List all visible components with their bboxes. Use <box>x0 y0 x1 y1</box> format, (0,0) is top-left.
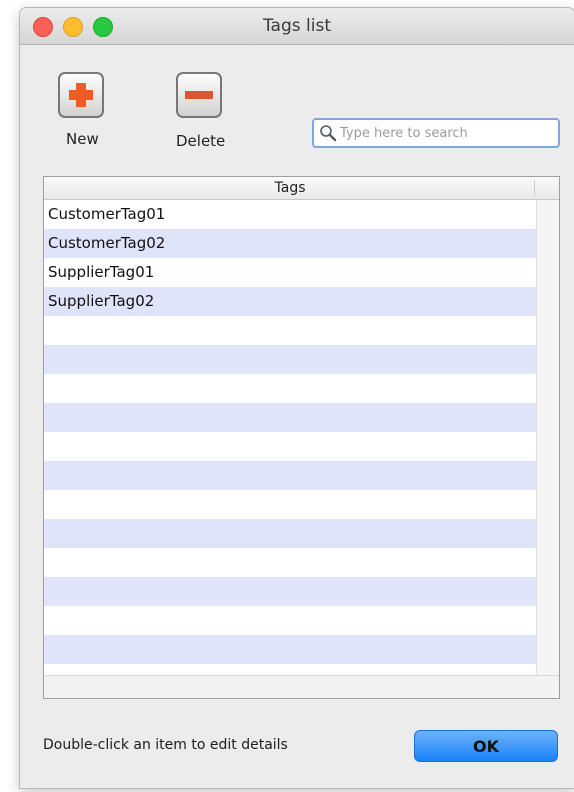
table-row[interactable] <box>44 490 536 519</box>
tags-list-window: Tags list New Delete Tags CustomerTag01C… <box>20 8 574 788</box>
table-row[interactable]: SupplierTag01 <box>44 258 536 287</box>
table-row[interactable] <box>44 548 536 577</box>
magnifier-icon <box>320 125 337 142</box>
table-row[interactable] <box>44 316 536 345</box>
table-row[interactable] <box>44 374 536 403</box>
table-row[interactable] <box>44 432 536 461</box>
tags-column-header-label: Tags <box>274 180 306 196</box>
table-row[interactable] <box>44 606 536 635</box>
window-title: Tags list <box>262 16 331 36</box>
ok-button[interactable]: OK <box>414 730 558 762</box>
table-row[interactable]: CustomerTag02 <box>44 229 536 258</box>
table-row[interactable] <box>44 345 536 374</box>
search-input[interactable] <box>340 122 550 144</box>
tags-table: Tags CustomerTag01 CustomerTag02 SupplierT… <box>43 176 560 699</box>
delete-button-label: Delete <box>176 132 226 150</box>
table-row[interactable]: CustomerTag01 <box>44 200 536 229</box>
edit-hint-text: Double-click an item to edit details <box>43 737 288 753</box>
horizontal-scrollbar[interactable] <box>44 675 559 698</box>
table-row[interactable] <box>44 461 536 490</box>
delete-tag-button[interactable] <box>176 72 222 118</box>
tags-column-header[interactable]: Tags <box>44 177 559 200</box>
table-row[interactable]: SupplierTag02 <box>44 287 536 316</box>
table-row[interactable] <box>44 577 536 606</box>
vertical-scrollbar[interactable] <box>536 200 559 675</box>
new-tag-button[interactable] <box>58 72 104 118</box>
new-button-label: New <box>66 130 99 148</box>
table-row[interactable] <box>44 403 536 432</box>
table-row[interactable] <box>44 635 536 664</box>
search-box[interactable] <box>312 118 560 148</box>
title-bar[interactable]: Tags list <box>20 8 574 45</box>
column-divider <box>534 180 535 196</box>
tags-rows: CustomerTag01 CustomerTag02 SupplierTag01 S… <box>44 200 536 693</box>
table-row[interactable] <box>44 519 536 548</box>
